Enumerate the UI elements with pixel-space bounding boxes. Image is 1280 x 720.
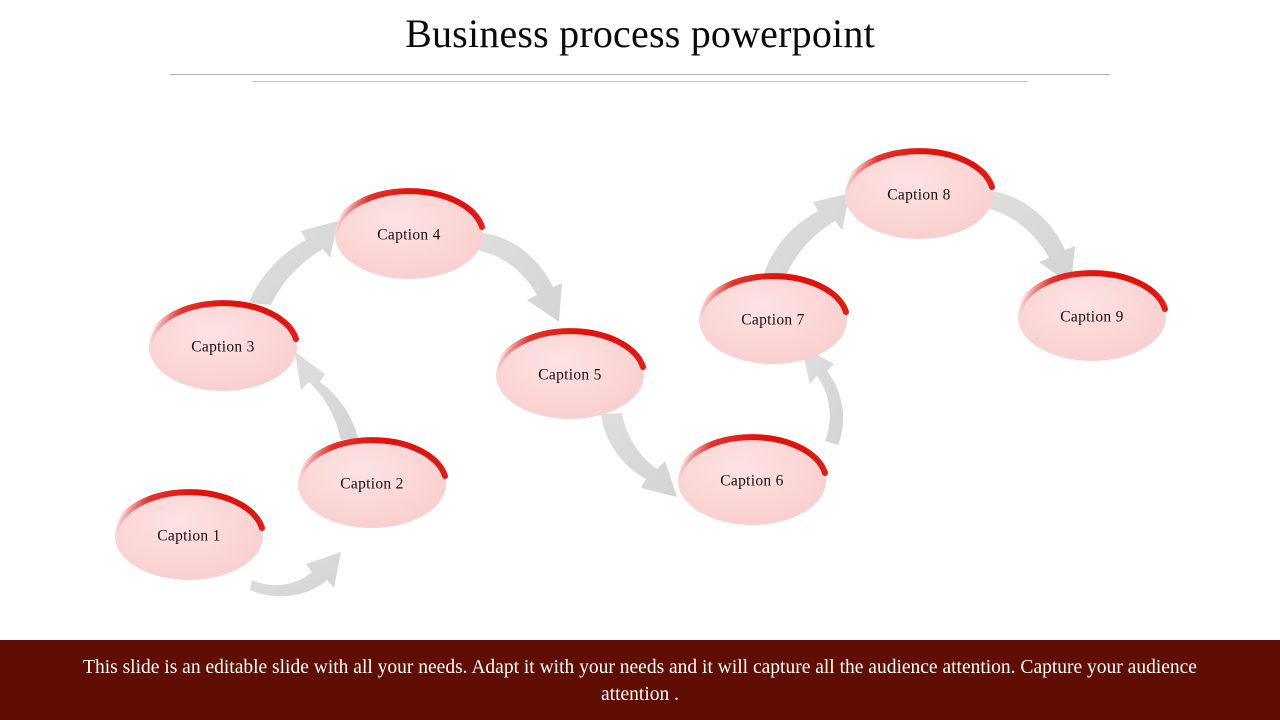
footer-description-text: This slide is an editable slide with all… (83, 657, 1197, 705)
node-caption-5[interactable]: Caption 5 (494, 328, 646, 419)
arrow-caption4-to-caption5 (479, 233, 562, 322)
node-caption-1[interactable]: Caption 1 (113, 489, 265, 580)
node-label: Caption 2 (340, 476, 403, 493)
process-flow-diagram: Caption 1 Caption 2 Caption 3 Caption 4 (0, 0, 1280, 640)
node-caption-2[interactable]: Caption 2 (296, 437, 448, 528)
node-label: Caption 8 (887, 187, 950, 204)
node-caption-8[interactable]: Caption 8 (843, 148, 995, 239)
arrow-caption5-to-caption6 (601, 413, 677, 497)
arrow-caption7-to-caption8 (763, 193, 850, 278)
node-label: Caption 4 (377, 227, 440, 244)
node-label: Caption 3 (191, 339, 254, 356)
node-label: Caption 7 (741, 312, 804, 329)
node-caption-7[interactable]: Caption 7 (697, 273, 849, 364)
node-label: Caption 6 (720, 473, 783, 490)
node-label: Caption 9 (1060, 309, 1123, 326)
node-label: Caption 1 (157, 528, 220, 545)
node-label: Caption 5 (538, 367, 601, 384)
arrow-caption6-to-caption7 (801, 346, 844, 445)
diagram-svg: Caption 1 Caption 2 Caption 3 Caption 4 (113, 148, 1168, 597)
node-caption-4[interactable]: Caption 4 (333, 188, 485, 279)
arrow-caption3-to-caption4 (249, 221, 338, 305)
footer-bar: This slide is an editable slide with all… (0, 640, 1280, 720)
node-caption-3[interactable]: Caption 3 (147, 300, 299, 391)
arrow-caption8-to-caption9 (989, 191, 1075, 285)
arrow-caption1-to-caption2 (250, 552, 341, 597)
arrow-caption2-to-caption3 (295, 352, 358, 440)
node-caption-6[interactable]: Caption 6 (676, 434, 828, 525)
slide-canvas: Business process powerpoint Caption 1 Ca… (0, 0, 1280, 720)
node-caption-9[interactable]: Caption 9 (1016, 270, 1168, 361)
